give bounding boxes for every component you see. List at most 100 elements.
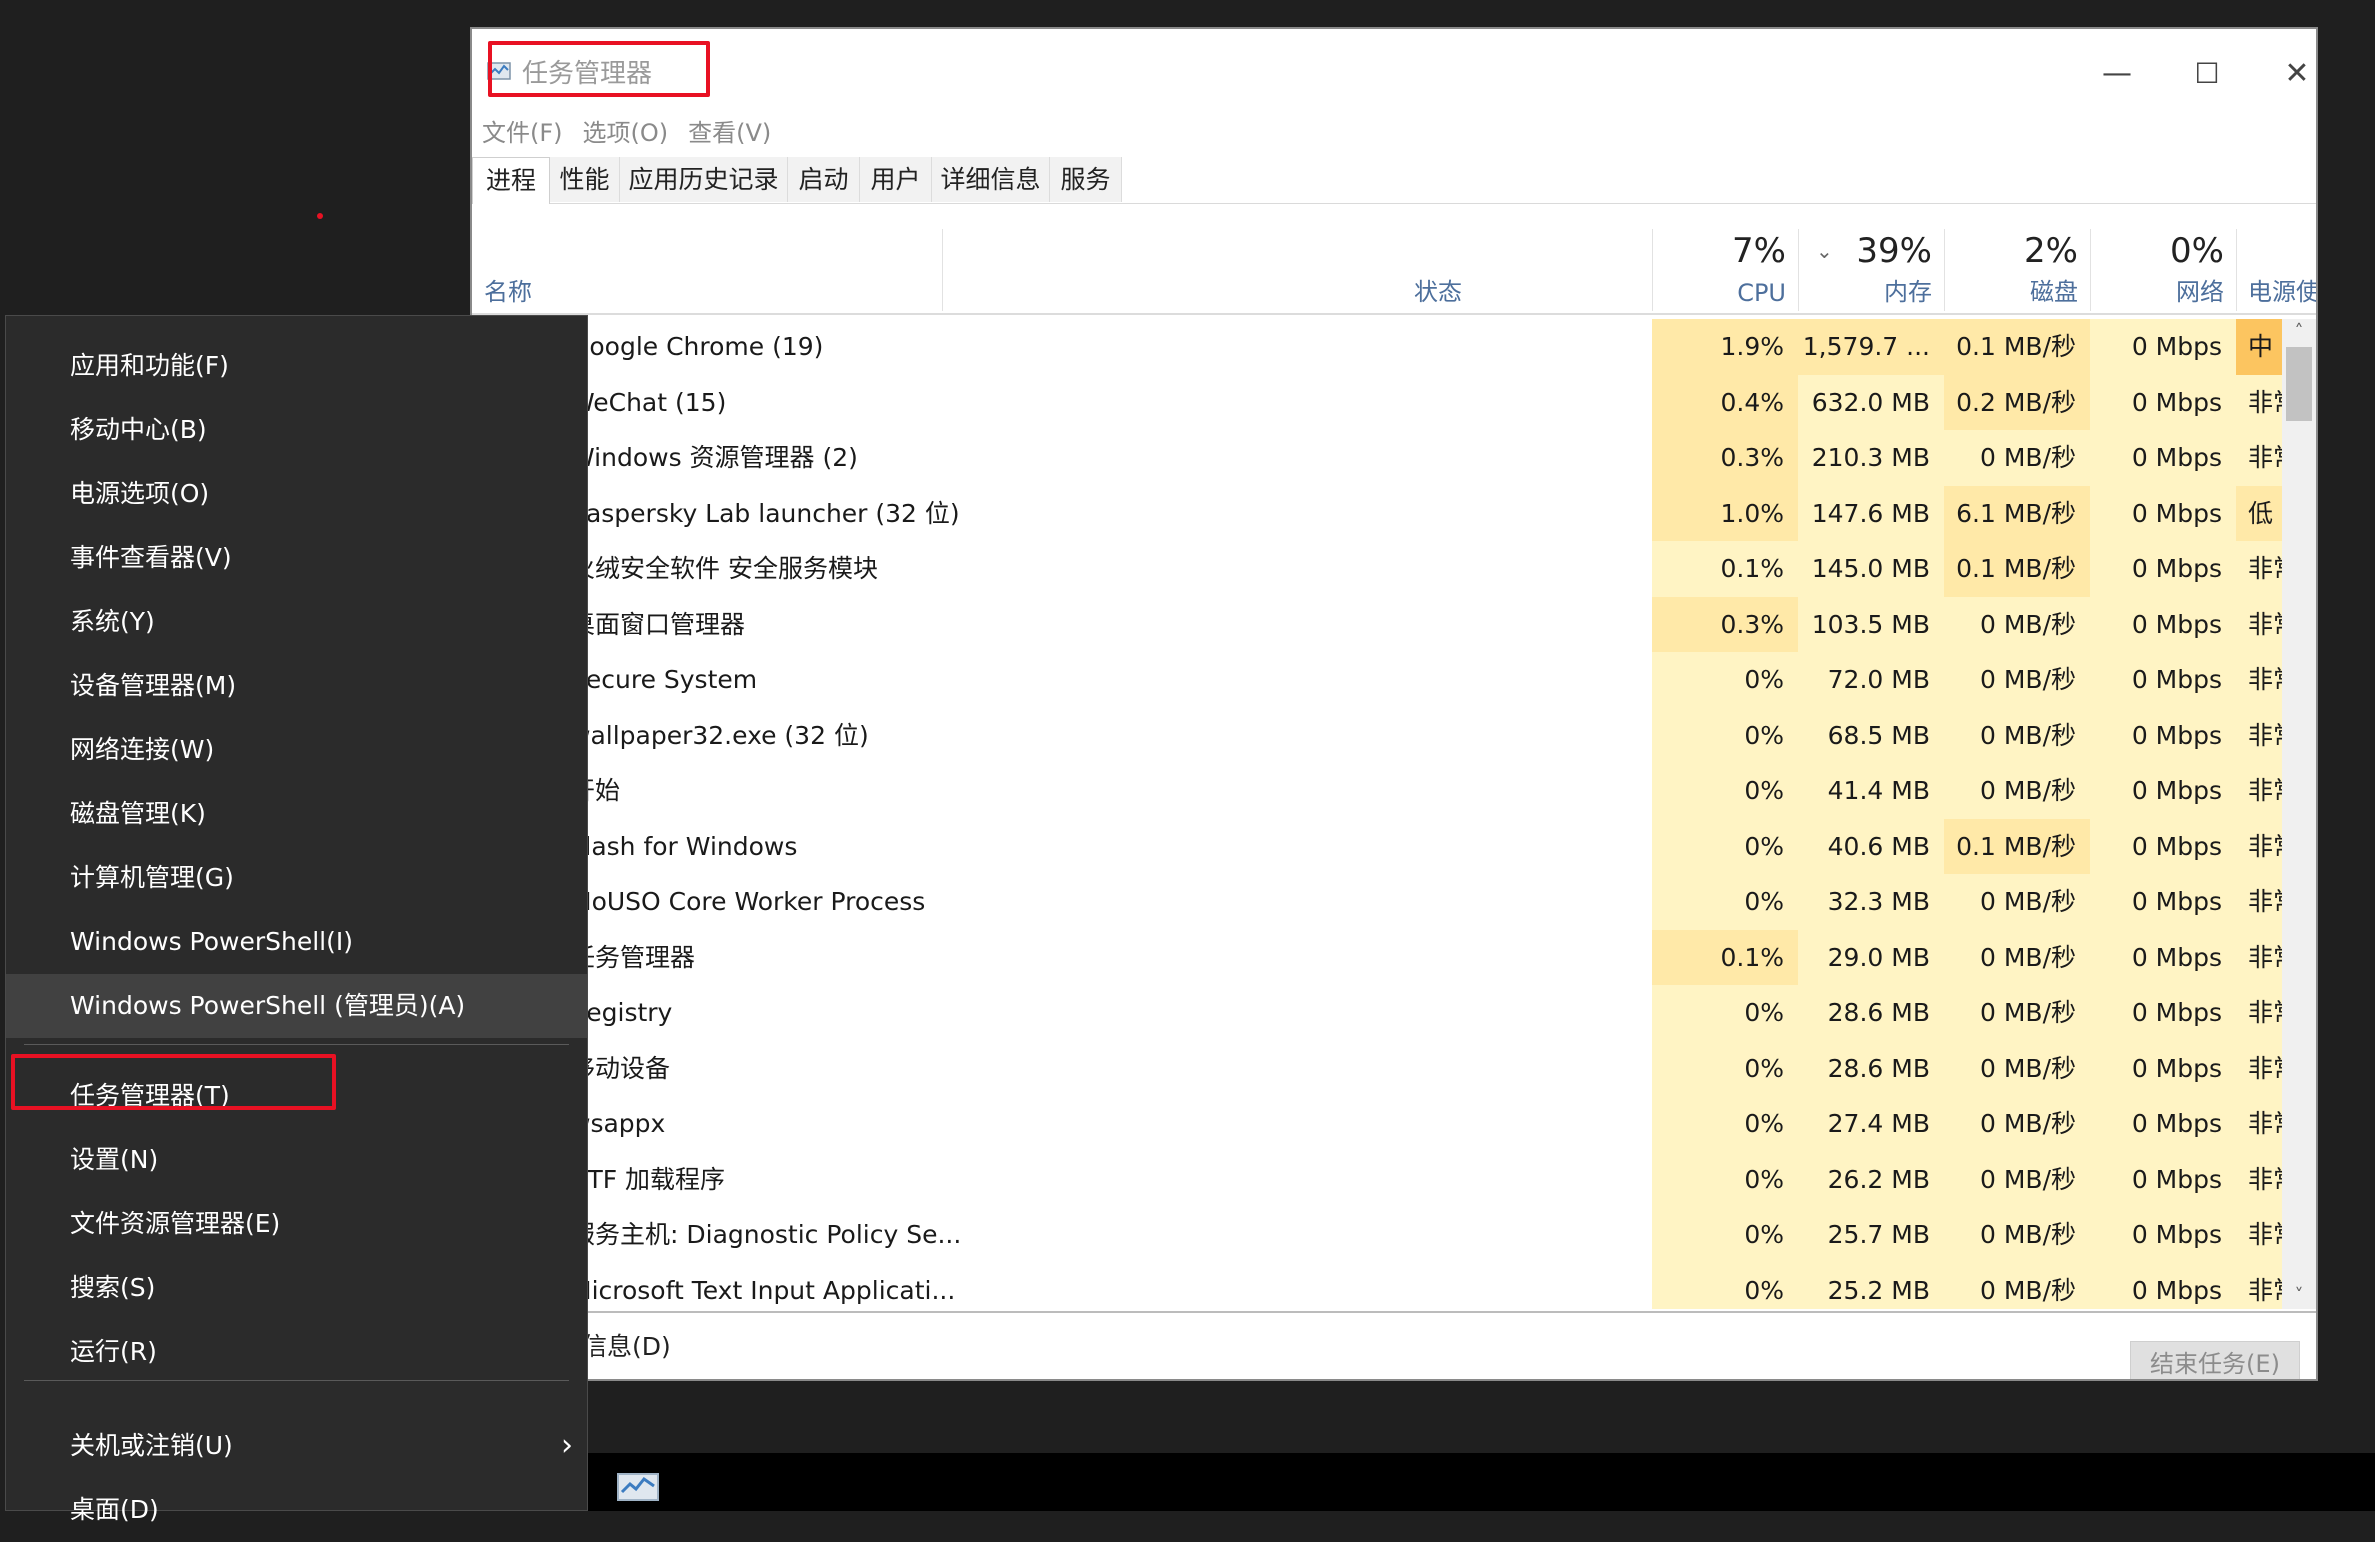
column-name-label: 名称 — [484, 278, 532, 306]
task-manager-taskbar-icon[interactable] — [616, 1470, 660, 1504]
cell-mem: 103.5 MB — [1798, 596, 1944, 653]
winx-item-mobility-center[interactable]: 移动中心(B) — [6, 398, 587, 462]
winx-item-powershell[interactable]: Windows PowerShell(I) — [6, 910, 587, 974]
winx-item-disk-management[interactable]: 磁盘管理(K) — [6, 782, 587, 846]
close-icon[interactable]: ✕ — [2252, 43, 2316, 103]
cell-mem: 68.5 MB — [1798, 707, 1944, 764]
minimize-icon[interactable]: — — [2072, 43, 2162, 103]
process-row[interactable]: CTF 加载程序0%26.2 MB0 MB/秒0 Mbps非常低非常低 — [472, 1151, 2282, 1208]
winx-item-computer-management[interactable]: 计算机管理(G) — [6, 846, 587, 910]
process-row[interactable]: 服务主机: Diagnostic Policy Se... 0% 25.7 MB 0 … — [472, 1207, 2282, 1263]
maximize-icon[interactable]: ☐ — [2162, 43, 2252, 103]
vertical-scrollbar[interactable]: ˄ ˅ — [2282, 319, 2316, 1309]
winx-item-power-options[interactable]: 电源选项(O) — [6, 462, 587, 526]
winx-item-shutdown-signout[interactable]: 关机或注销(U) › — [6, 1414, 587, 1478]
winx-item-file-explorer[interactable]: 文件资源管理器(E) — [6, 1192, 587, 1256]
winx-item-desktop[interactable]: 桌面(D) — [6, 1478, 587, 1542]
cell-power: 低 — [2236, 485, 2282, 542]
cell-disk: 0 MB/秒 — [1944, 707, 2090, 764]
process-row[interactable]: 开始0%41.4 MB0 MB/秒0 Mbps非常低非常低 — [472, 763, 2282, 819]
cell-disk: 0 MB/秒 — [1944, 874, 2090, 930]
process-row[interactable]: 火绒安全软件 安全服务模块 0.1% 145.0 MB 0.1 MB/秒 0 Mbps 非… — [472, 541, 2282, 597]
process-row[interactable]: Secure System0%72.0 MB0 MB/秒0 Mbps非常低非常低 — [472, 652, 2282, 708]
process-row[interactable]: Registry0%28.6 MB0 MB/秒0 Mbps非常低非常低 — [472, 985, 2282, 1041]
cell-mem: 1,579.7 ... — [1798, 319, 1944, 375]
winx-item-device-manager[interactable]: 设备管理器(M) — [6, 654, 587, 718]
process-row[interactable]: Windows 资源管理器 (2) 0.3% 210.3 MB 0 MB/秒 0 Mbp… — [472, 430, 2282, 486]
tab-users[interactable]: 用户 — [860, 157, 932, 202]
winx-item-powershell-admin[interactable]: Windows PowerShell (管理员)(A) — [6, 974, 587, 1038]
column-header-name[interactable]: 名称 — [472, 229, 942, 315]
cell-mem: 25.7 MB — [1798, 1207, 1944, 1263]
process-row[interactable]: 桌面窗口管理器0.3%103.5 MB0 MB/秒0 Mbps非常低非常低 — [472, 596, 2282, 653]
tab-startup[interactable]: 启动 — [788, 157, 860, 202]
cell-power: 非常低 — [2236, 985, 2282, 1041]
column-header-memory[interactable]: ⌄ 39% 内存 — [1798, 229, 1944, 315]
cell-net: 0 Mbps — [2090, 874, 2236, 930]
process-row[interactable]: Flash for Windows 0% 40.6 MB 0.1 MB/秒 0 Mbps… — [472, 818, 2282, 875]
menu-options[interactable]: 选项(O) — [583, 113, 669, 148]
scroll-thumb[interactable] — [2286, 347, 2312, 421]
scroll-up-icon[interactable]: ˄ — [2282, 319, 2316, 345]
cell-cpu: 0.3% — [1652, 430, 1798, 486]
tab-app-history[interactable]: 应用历史记录 — [620, 157, 788, 202]
cell-power: 非常低 — [2236, 763, 2282, 819]
column-header-network[interactable]: 0% 网络 — [2090, 229, 2236, 315]
cell-disk: 0 MB/秒 — [1944, 1040, 2090, 1097]
tab-services[interactable]: 服务 — [1050, 157, 1122, 202]
process-row[interactable]: Google Chrome (19)›1.9%1,579.7 ...0.1 MB… — [472, 319, 2282, 375]
process-name: 任务管理器 — [570, 942, 696, 972]
tab-processes[interactable]: 进程 — [472, 157, 550, 204]
tab-details[interactable]: 详细信息 — [932, 157, 1050, 202]
cell-cpu: 0.4% — [1652, 374, 1798, 431]
disk-label: 磁盘 — [2030, 278, 2078, 306]
winx-item-label: Windows PowerShell (管理员)(A) — [70, 991, 466, 1020]
winx-item-event-viewer[interactable]: 事件查看器(V) — [6, 526, 587, 590]
winx-item-settings[interactable]: 设置(N) — [6, 1128, 587, 1192]
column-header-cpu[interactable]: 7% CPU — [1652, 229, 1798, 315]
cell-net: 0 Mbps — [2090, 541, 2236, 597]
column-header-disk[interactable]: 2% 磁盘 — [1944, 229, 2090, 315]
column-divider — [942, 229, 943, 311]
process-row[interactable]: Kaspersky Lab launcher (32 位) 1.0% 147.6 M… — [472, 485, 2282, 542]
process-row[interactable]: MoUSO Core Worker Process 0% 32.3 MB 0 MB/秒… — [472, 874, 2282, 930]
menu-file[interactable]: 文件(F) — [482, 113, 563, 148]
process-row[interactable]: wsappx0%27.4 MB0 MB/秒0 Mbps非常低非常低 — [472, 1096, 2282, 1152]
winx-item-label: 搜索(S) — [70, 1273, 156, 1302]
winx-item-run[interactable]: 运行(R) — [6, 1320, 587, 1384]
winx-menu: 应用和功能(F) 移动中心(B) 电源选项(O) 事件查看器(V) 系统(Y) 设备管理器… — [5, 315, 588, 1524]
fewer-details-link[interactable]: 信息(D) — [582, 1327, 671, 1363]
cell-disk: 0 MB/秒 — [1944, 652, 2090, 708]
process-row[interactable]: Microsoft Text Input Applicati... 0% 25.2 … — [472, 1262, 2282, 1309]
cell-disk: 6.1 MB/秒 — [1944, 485, 2090, 542]
process-row[interactable]: WeChat (15) 0.4%632.0 MB0.2 MB/秒0 Mbps非常低… — [472, 374, 2282, 431]
process-name: Microsoft Text Input Applicati... — [570, 1275, 956, 1305]
scroll-down-icon[interactable]: ˅ — [2282, 1283, 2316, 1309]
header-filler — [2236, 229, 2316, 315]
process-row[interactable]: wallpaper32.exe (32 位) 0% 68.5 MB 0 MB/秒 0 M… — [472, 707, 2282, 764]
cell-power: 非常低 — [2236, 874, 2282, 930]
column-divider — [1944, 229, 1945, 311]
cell-power: 非常低 — [2236, 1096, 2282, 1152]
process-name: Windows 资源管理器 (2) — [570, 443, 858, 472]
winx-item-apps-features[interactable]: 应用和功能(F) — [6, 334, 587, 398]
cell-net: 0 Mbps — [2090, 430, 2236, 486]
tab-performance[interactable]: 性能 — [550, 157, 620, 202]
winx-item-label: 磁盘管理(K) — [70, 799, 206, 828]
winx-item-task-manager[interactable]: 任务管理器(T) — [6, 1064, 587, 1128]
cell-disk: 0.1 MB/秒 — [1944, 818, 2090, 875]
end-task-button[interactable]: 结束任务(E) — [2130, 1341, 2300, 1379]
title-bar[interactable]: 任务管理器 — [486, 41, 652, 101]
winx-item-label: 设置(N) — [70, 1145, 159, 1174]
menu-view[interactable]: 查看(V) — [688, 113, 771, 148]
process-row[interactable]: 任务管理器0.1%29.0 MB0 MB/秒0 Mbps非常低非常低 — [472, 929, 2282, 986]
winx-item-network-connections[interactable]: 网络连接(W) — [6, 718, 587, 782]
winx-item-system[interactable]: 系统(Y) — [6, 590, 587, 654]
menu-separator — [24, 1380, 569, 1381]
column-header-status[interactable]: 状态 — [942, 229, 1652, 315]
sort-chevron-icon: ⌄ — [1816, 239, 1833, 263]
process-row[interactable]: 移动设备0%28.6 MB0 MB/秒0 Mbps非常低非常低 — [472, 1040, 2282, 1097]
cell-net: 0 Mbps — [2090, 319, 2236, 375]
winx-item-search[interactable]: 搜索(S) — [6, 1256, 587, 1320]
cell-mem: 41.4 MB — [1798, 763, 1944, 819]
